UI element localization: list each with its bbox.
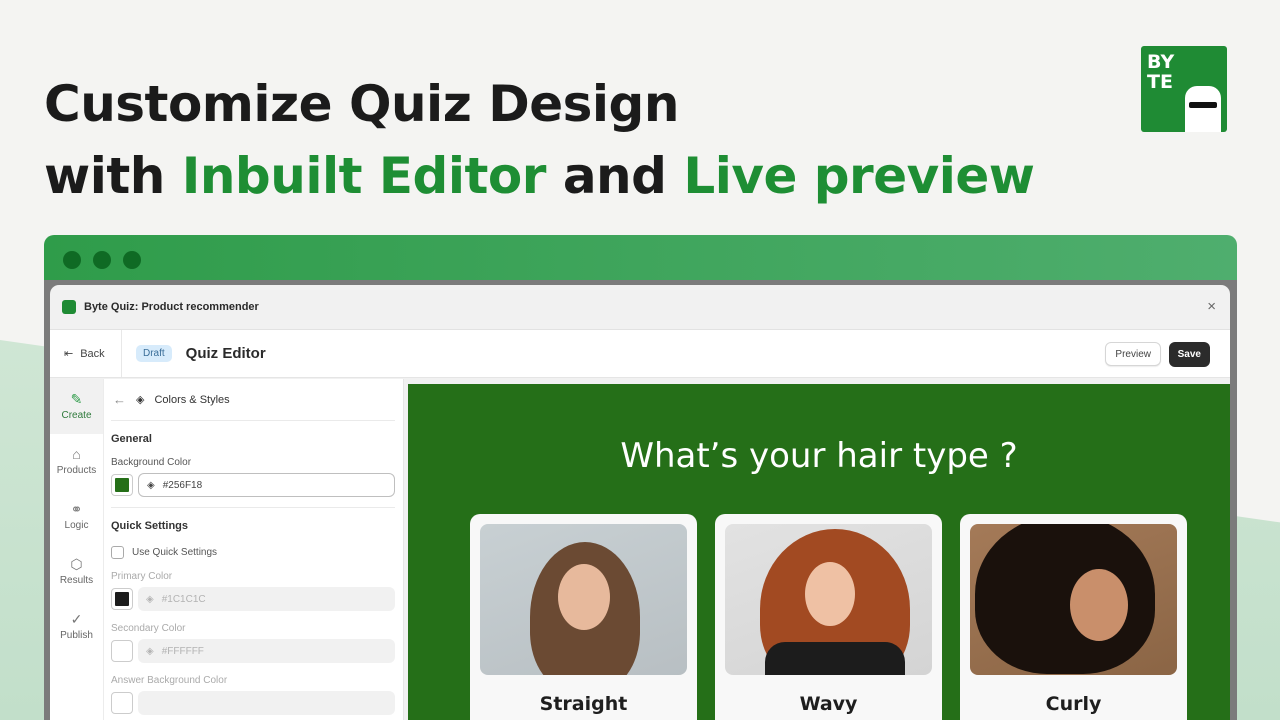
- modal-title: Byte Quiz: Product recommender: [84, 301, 259, 313]
- secondary-color-swatch[interactable]: [111, 640, 133, 662]
- llama-mascot-icon: [1185, 86, 1221, 132]
- rail-item-logic[interactable]: ⚭ Logic: [50, 489, 103, 544]
- rail-label: Products: [56, 465, 97, 476]
- panel-title: Colors & Styles: [154, 393, 230, 406]
- secondary-color-row: ◈ #FFFFFF: [111, 639, 395, 663]
- paint-bucket-icon: ◈: [147, 479, 155, 491]
- secondary-color-label: Secondary Color: [111, 623, 186, 634]
- checkbox-label: Use Quick Settings: [132, 547, 218, 558]
- close-icon[interactable]: ×: [1207, 298, 1216, 315]
- rail-label: Logic: [64, 520, 89, 531]
- bg-color-value: #256F18: [162, 479, 203, 491]
- status-badge: Draft: [136, 345, 172, 362]
- app-modal: Byte Quiz: Product recommender × ⇤ Back …: [50, 285, 1230, 720]
- answer-label: Curly: [1045, 693, 1102, 715]
- quick-settings-checkbox[interactable]: [111, 546, 124, 559]
- quiz-question: What’s your hair type ?: [620, 436, 1018, 476]
- headline-text: and: [545, 147, 684, 205]
- answer-bg-color-row: [111, 691, 395, 715]
- section-quick-settings: Quick Settings: [111, 520, 189, 532]
- headline-line-1: Customize Quiz Design: [44, 75, 679, 133]
- back-button[interactable]: ⇤ Back: [50, 330, 122, 377]
- answer-card-wavy[interactable]: Wavy: [715, 514, 942, 720]
- window-dot-minimize[interactable]: [93, 251, 111, 269]
- secondary-color-input[interactable]: ◈ #FFFFFF: [138, 639, 395, 663]
- modal-titlebar: Byte Quiz: Product recommender ×: [50, 285, 1230, 330]
- live-preview: What’s your hair type ? Straight Wavy Cu…: [404, 379, 1230, 720]
- side-rail: ✎ Create ⌂ Products ⚭ Logic ⬡ Results ✓ …: [50, 379, 104, 720]
- logo-text-top: BY: [1147, 51, 1175, 73]
- section-general: General: [111, 433, 152, 445]
- rail-label: Publish: [60, 630, 93, 641]
- app-icon: [62, 300, 76, 314]
- save-button[interactable]: Save: [1168, 342, 1210, 367]
- preview-button[interactable]: Preview: [1105, 342, 1161, 366]
- quiz-canvas: What’s your hair type ? Straight Wavy Cu…: [408, 384, 1230, 720]
- answer-bg-color-label: Answer Background Color: [111, 675, 228, 686]
- rail-label: Create: [61, 410, 92, 421]
- secondary-color-value: #FFFFFF: [161, 645, 204, 657]
- primary-color-label: Primary Color: [111, 571, 173, 582]
- answer-image-straight: [480, 524, 687, 675]
- answer-label: Wavy: [799, 693, 858, 715]
- answer-label: Straight: [539, 693, 628, 715]
- divider: [111, 507, 395, 508]
- answer-bg-color-input[interactable]: [138, 691, 395, 715]
- window-dot-close[interactable]: [63, 251, 81, 269]
- headline: Customize Quiz Design with Inbuilt Edito…: [44, 68, 1035, 212]
- answer-options: Straight Wavy Curly: [470, 514, 1187, 720]
- logo-text-bottom: TE: [1147, 71, 1173, 93]
- headline-text: with: [44, 147, 182, 205]
- bg-color-label: Background Color: [111, 457, 192, 468]
- panel-header: ← ◈ Colors & Styles: [111, 379, 395, 421]
- answer-image-curly: [970, 524, 1177, 675]
- answer-card-straight[interactable]: Straight: [470, 514, 697, 720]
- page-title: Quiz Editor: [185, 345, 266, 362]
- editor-body: ✎ Create ⌂ Products ⚭ Logic ⬡ Results ✓ …: [50, 379, 1230, 720]
- rail-label: Results: [59, 575, 94, 586]
- exit-icon: ⇤: [64, 348, 74, 360]
- browser-window: Byte Quiz: Product recommender × ⇤ Back …: [44, 235, 1237, 720]
- check-circle-icon: ✓: [70, 611, 83, 627]
- answer-card-curly[interactable]: Curly: [960, 514, 1187, 720]
- rail-item-results[interactable]: ⬡ Results: [50, 544, 103, 599]
- app-frame: Byte Quiz: Product recommender × ⇤ Back …: [44, 280, 1237, 720]
- quick-settings-checkbox-row[interactable]: Use Quick Settings: [111, 546, 395, 559]
- primary-color-value: #1C1C1C: [161, 593, 206, 605]
- headline-highlight-editor: Inbuilt Editor: [181, 147, 547, 205]
- headline-highlight-preview: Live preview: [683, 147, 1035, 205]
- edit-icon: ✎: [70, 391, 83, 407]
- window-controls: [63, 251, 141, 269]
- logo-text: BY TE: [1147, 52, 1174, 92]
- paint-bucket-icon: ◈: [136, 394, 145, 406]
- byte-logo: BY TE: [1141, 46, 1227, 132]
- rail-item-create[interactable]: ✎ Create: [50, 379, 103, 434]
- tag-icon: ⌂: [72, 446, 81, 462]
- primary-color-input[interactable]: ◈ #1C1C1C: [138, 587, 395, 611]
- bg-color-row: ◈ #256F18: [111, 473, 395, 497]
- editor-toolbar: ⇤ Back Draft Quiz Editor Preview Save: [50, 330, 1230, 378]
- sunglasses-icon: [1189, 102, 1217, 108]
- primary-color-swatch[interactable]: [111, 588, 133, 610]
- answer-image-wavy: [725, 524, 932, 675]
- rail-item-products[interactable]: ⌂ Products: [50, 434, 103, 489]
- paint-bucket-icon: ◈: [146, 645, 154, 657]
- bg-color-input[interactable]: ◈ #256F18: [138, 473, 395, 497]
- back-arrow-icon[interactable]: ←: [113, 392, 126, 407]
- back-label: Back: [80, 347, 105, 360]
- paint-bucket-icon: ◈: [146, 593, 154, 605]
- cube-icon: ⬡: [70, 556, 83, 572]
- primary-color-row: ◈ #1C1C1C: [111, 587, 395, 611]
- logic-nodes-icon: ⚭: [70, 501, 83, 517]
- rail-item-publish[interactable]: ✓ Publish: [50, 599, 103, 654]
- window-dot-maximize[interactable]: [123, 251, 141, 269]
- settings-panel: ← ◈ Colors & Styles General Background C…: [104, 379, 404, 720]
- answer-bg-color-swatch[interactable]: [111, 692, 133, 714]
- headline-line-2: with Inbuilt Editor and Live preview: [44, 140, 1035, 212]
- bg-color-swatch[interactable]: [111, 474, 133, 496]
